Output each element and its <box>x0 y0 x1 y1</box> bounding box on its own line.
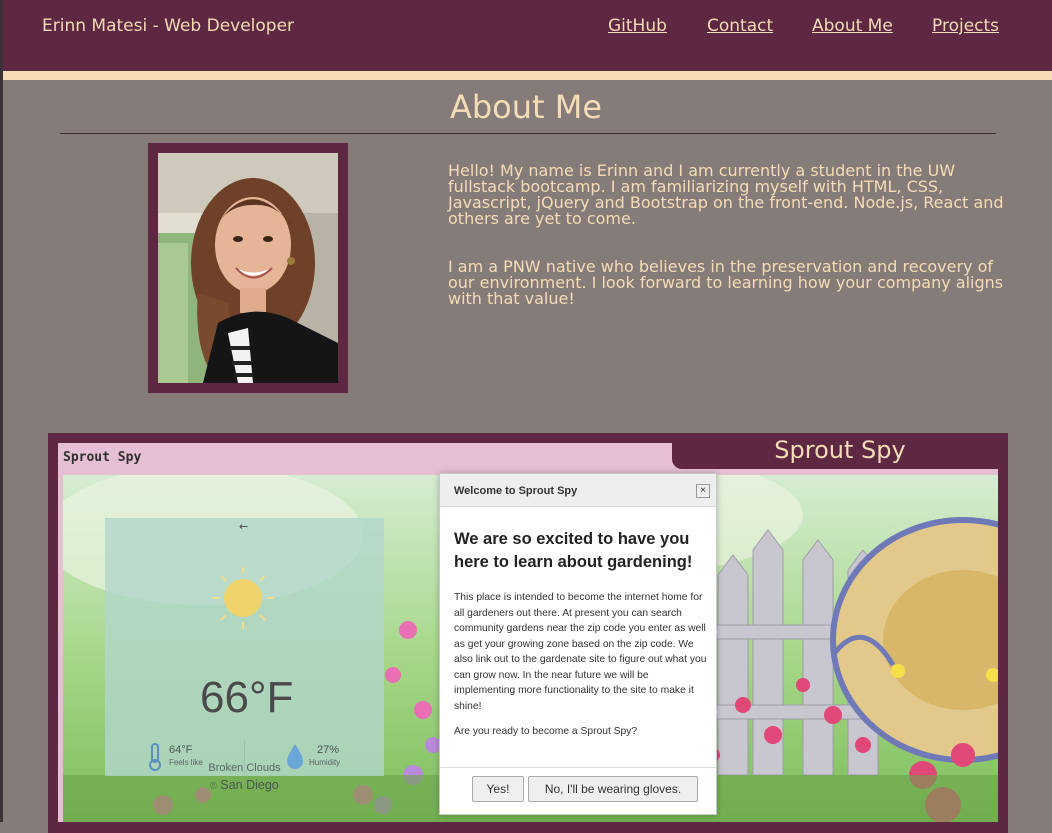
sun-icon <box>212 567 274 629</box>
yes-button[interactable]: Yes! <box>472 776 524 802</box>
location-pin-icon: ⌾ <box>210 780 217 792</box>
weather-temperature: 66°F <box>200 673 294 722</box>
humidity-value: 27% <box>317 744 340 756</box>
profile-photo-frame <box>148 143 348 393</box>
nav-link-github[interactable]: GitHub <box>608 16 667 36</box>
back-arrow-icon[interactable]: ← <box>239 520 248 533</box>
weather-divider <box>244 740 245 774</box>
brand-name[interactable]: Erinn Matesi - Web Developer <box>42 16 294 36</box>
section-divider <box>60 133 996 134</box>
nav-link-contact[interactable]: Contact <box>707 16 773 36</box>
about-me-heading: About Me <box>449 88 603 126</box>
close-icon[interactable]: × <box>696 484 710 498</box>
bio-text: Hello! My name is Erinn and I am current… <box>448 163 1018 339</box>
thermometer-icon <box>149 743 161 771</box>
weather-widget: ← 66°F Broken Clouds ⌾ San Diego 64°F Fe… <box>105 518 384 792</box>
modal-title: Welcome to Sprout Spy <box>454 485 578 497</box>
screenshot-brand: Sprout Spy <box>63 450 142 465</box>
bio-paragraph-1: Hello! My name is Erinn and I am current… <box>448 161 1004 228</box>
modal-body-text: This place is intended to become the int… <box>454 592 707 712</box>
feels-like-value: 64°F <box>169 744 193 756</box>
top-navbar: Erinn Matesi - Web Developer GitHub Cont… <box>3 0 1052 71</box>
profile-photo <box>158 153 338 383</box>
welcome-modal: Welcome to Sprout Spy × We are so excite… <box>439 473 717 815</box>
modal-header: Welcome to Sprout Spy × <box>440 474 716 507</box>
nav-link-about-me[interactable]: About Me <box>812 16 893 36</box>
decline-button[interactable]: No, I'll be wearing gloves. <box>528 776 698 802</box>
modal-heading: We are so excited to have you here to le… <box>454 530 693 571</box>
project-screenshot[interactable]: Sprout Spy ← 66°F Broken Clouds ⌾ San Di… <box>58 443 998 822</box>
humidity-label: Humidity <box>309 758 341 767</box>
bio-paragraph-2: I am a PNW native who believes in the pr… <box>448 257 1004 308</box>
nav-link-projects[interactable]: Projects <box>932 16 999 36</box>
feels-like-label: Feels like <box>169 758 203 767</box>
weather-city: ⌾ San Diego <box>105 778 384 793</box>
modal-question: Are you ready to become a Sprout Spy? <box>454 726 638 737</box>
weather-city-label: San Diego <box>220 778 279 792</box>
navbar-accent-stripe <box>3 71 1052 80</box>
humidity-drop-icon <box>287 744 303 769</box>
modal-footer-divider <box>440 767 716 768</box>
project-title[interactable]: Sprout Spy <box>672 436 1008 464</box>
